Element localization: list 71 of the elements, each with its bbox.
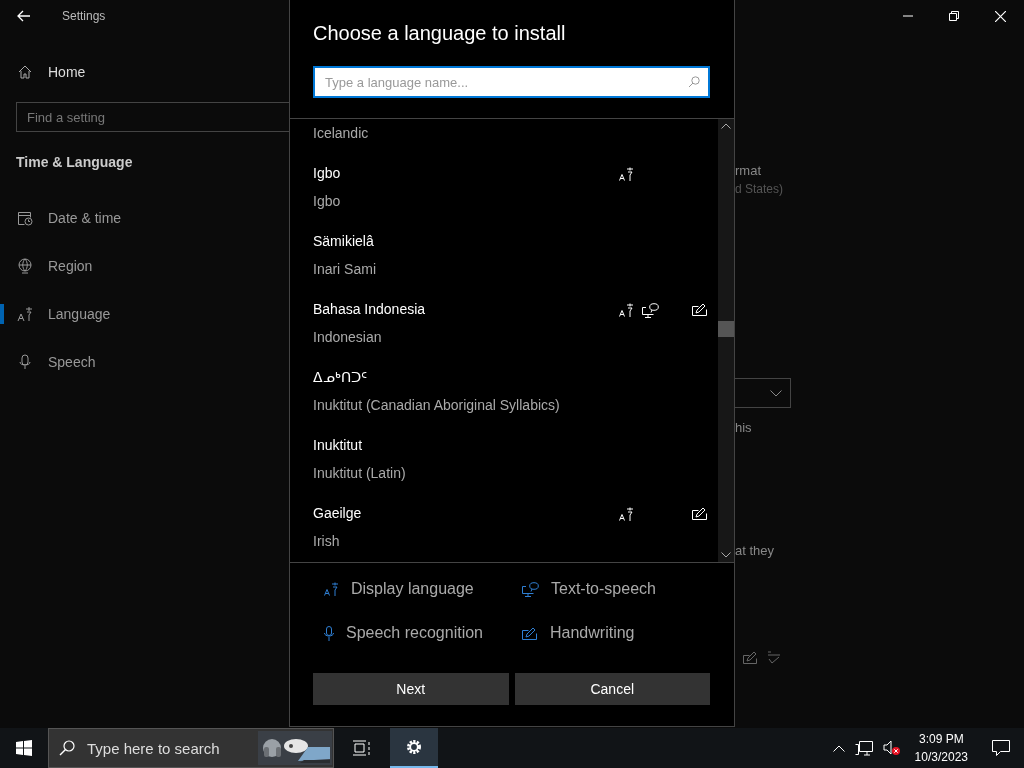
language-option[interactable]: Igbo Igbo xyxy=(290,159,718,227)
setting-label: rmat xyxy=(735,163,761,178)
legend-label: Text-to-speech xyxy=(551,580,656,598)
sidebar-item[interactable]: Date & time xyxy=(0,194,289,242)
language-icon xyxy=(17,306,33,322)
notifications-icon[interactable] xyxy=(992,739,1010,757)
home-icon xyxy=(17,64,33,80)
native-name: Bahasa Indonesia xyxy=(313,300,427,319)
english-name: Igbo xyxy=(313,192,342,211)
search-field[interactable]: Find a setting xyxy=(16,102,289,132)
legend-label: Speech recognition xyxy=(346,624,483,642)
scroll-down-icon[interactable] xyxy=(721,552,731,558)
back-arrow-icon[interactable] xyxy=(17,10,31,22)
search-icon xyxy=(688,76,700,88)
english-name: Irish xyxy=(313,532,341,551)
english-name: Inuktitut (Canadian Aboriginal Syllabics) xyxy=(313,396,561,415)
sidebar-item[interactable]: Region xyxy=(0,242,289,290)
home-link[interactable]: Home xyxy=(17,56,289,88)
dialog-title: Choose a language to install xyxy=(313,22,567,46)
sidebar-item[interactable]: Speech xyxy=(0,338,289,386)
globe-icon xyxy=(17,258,33,274)
speech-bubble-monitor-icon xyxy=(522,581,539,597)
settings-taskbar-button[interactable] xyxy=(390,728,438,768)
search-icon xyxy=(59,740,75,756)
description-text: at they xyxy=(735,543,775,558)
language-option[interactable]: Gaeilge Irish xyxy=(290,499,718,562)
clock-time[interactable]: 3:09 PM xyxy=(918,730,964,748)
english-name: Inari Sami xyxy=(313,260,378,279)
description-text: his xyxy=(735,420,752,435)
chevron-up-icon[interactable] xyxy=(832,744,845,752)
legend-label: Handwriting xyxy=(550,624,635,642)
next-button[interactable]: Next xyxy=(313,673,509,705)
sidebar-item[interactable]: Language xyxy=(0,290,289,338)
language-option[interactable]: Icelandic xyxy=(290,119,718,159)
language-search-field[interactable]: Type a language name... xyxy=(313,66,710,98)
spellcheck-icon xyxy=(767,650,781,665)
calendar-icon xyxy=(17,210,33,226)
clock-date[interactable]: 10/3/2023 xyxy=(914,748,968,766)
native-name: ᐃᓄᒃᑎᑐᑦ xyxy=(313,368,368,387)
chevron-down-icon xyxy=(770,389,782,397)
scroll-up-icon[interactable] xyxy=(721,123,731,129)
english-name: Icelandic xyxy=(313,124,370,143)
setting-value: d States) xyxy=(735,182,784,196)
window-title: Settings xyxy=(62,9,106,23)
english-name: Indonesian xyxy=(313,328,383,347)
language-option[interactable]: ᐃᓄᒃᑎᑐᑦ Inuktitut (Canadian Aboriginal Syllabics) xyxy=(290,363,718,431)
scrollbar-thumb[interactable] xyxy=(718,321,734,337)
settings-icon xyxy=(405,738,423,756)
close-icon[interactable] xyxy=(995,10,1006,22)
pen-icon xyxy=(743,651,758,664)
section-heading: Time & Language xyxy=(16,154,134,170)
native-name: Igbo xyxy=(313,164,342,183)
native-name: Sämikielâ xyxy=(313,232,375,251)
language-icon xyxy=(324,582,339,596)
microphone-icon xyxy=(17,354,33,370)
windows-logo-icon xyxy=(16,740,32,756)
restore-icon[interactable] xyxy=(949,11,959,21)
cancel-button[interactable]: Cancel xyxy=(514,673,710,705)
scrollbar[interactable] xyxy=(718,119,734,562)
language-option[interactable]: Inuktitut Inuktitut (Latin) xyxy=(290,431,718,499)
legend-label: Display language xyxy=(351,580,474,598)
native-name: Inuktitut xyxy=(313,436,364,455)
microphone-icon xyxy=(324,625,334,641)
language-option[interactable]: Sämikielâ Inari Sami xyxy=(290,227,718,295)
pen-icon xyxy=(522,626,538,640)
volume-muted-icon[interactable] xyxy=(882,740,901,756)
network-icon[interactable] xyxy=(854,740,873,756)
native-name: Gaeilge xyxy=(313,504,363,523)
english-name: Inuktitut (Latin) xyxy=(313,464,407,483)
language-option[interactable]: Bahasa Indonesia Indonesian xyxy=(290,295,718,363)
task-view-icon xyxy=(353,740,371,756)
